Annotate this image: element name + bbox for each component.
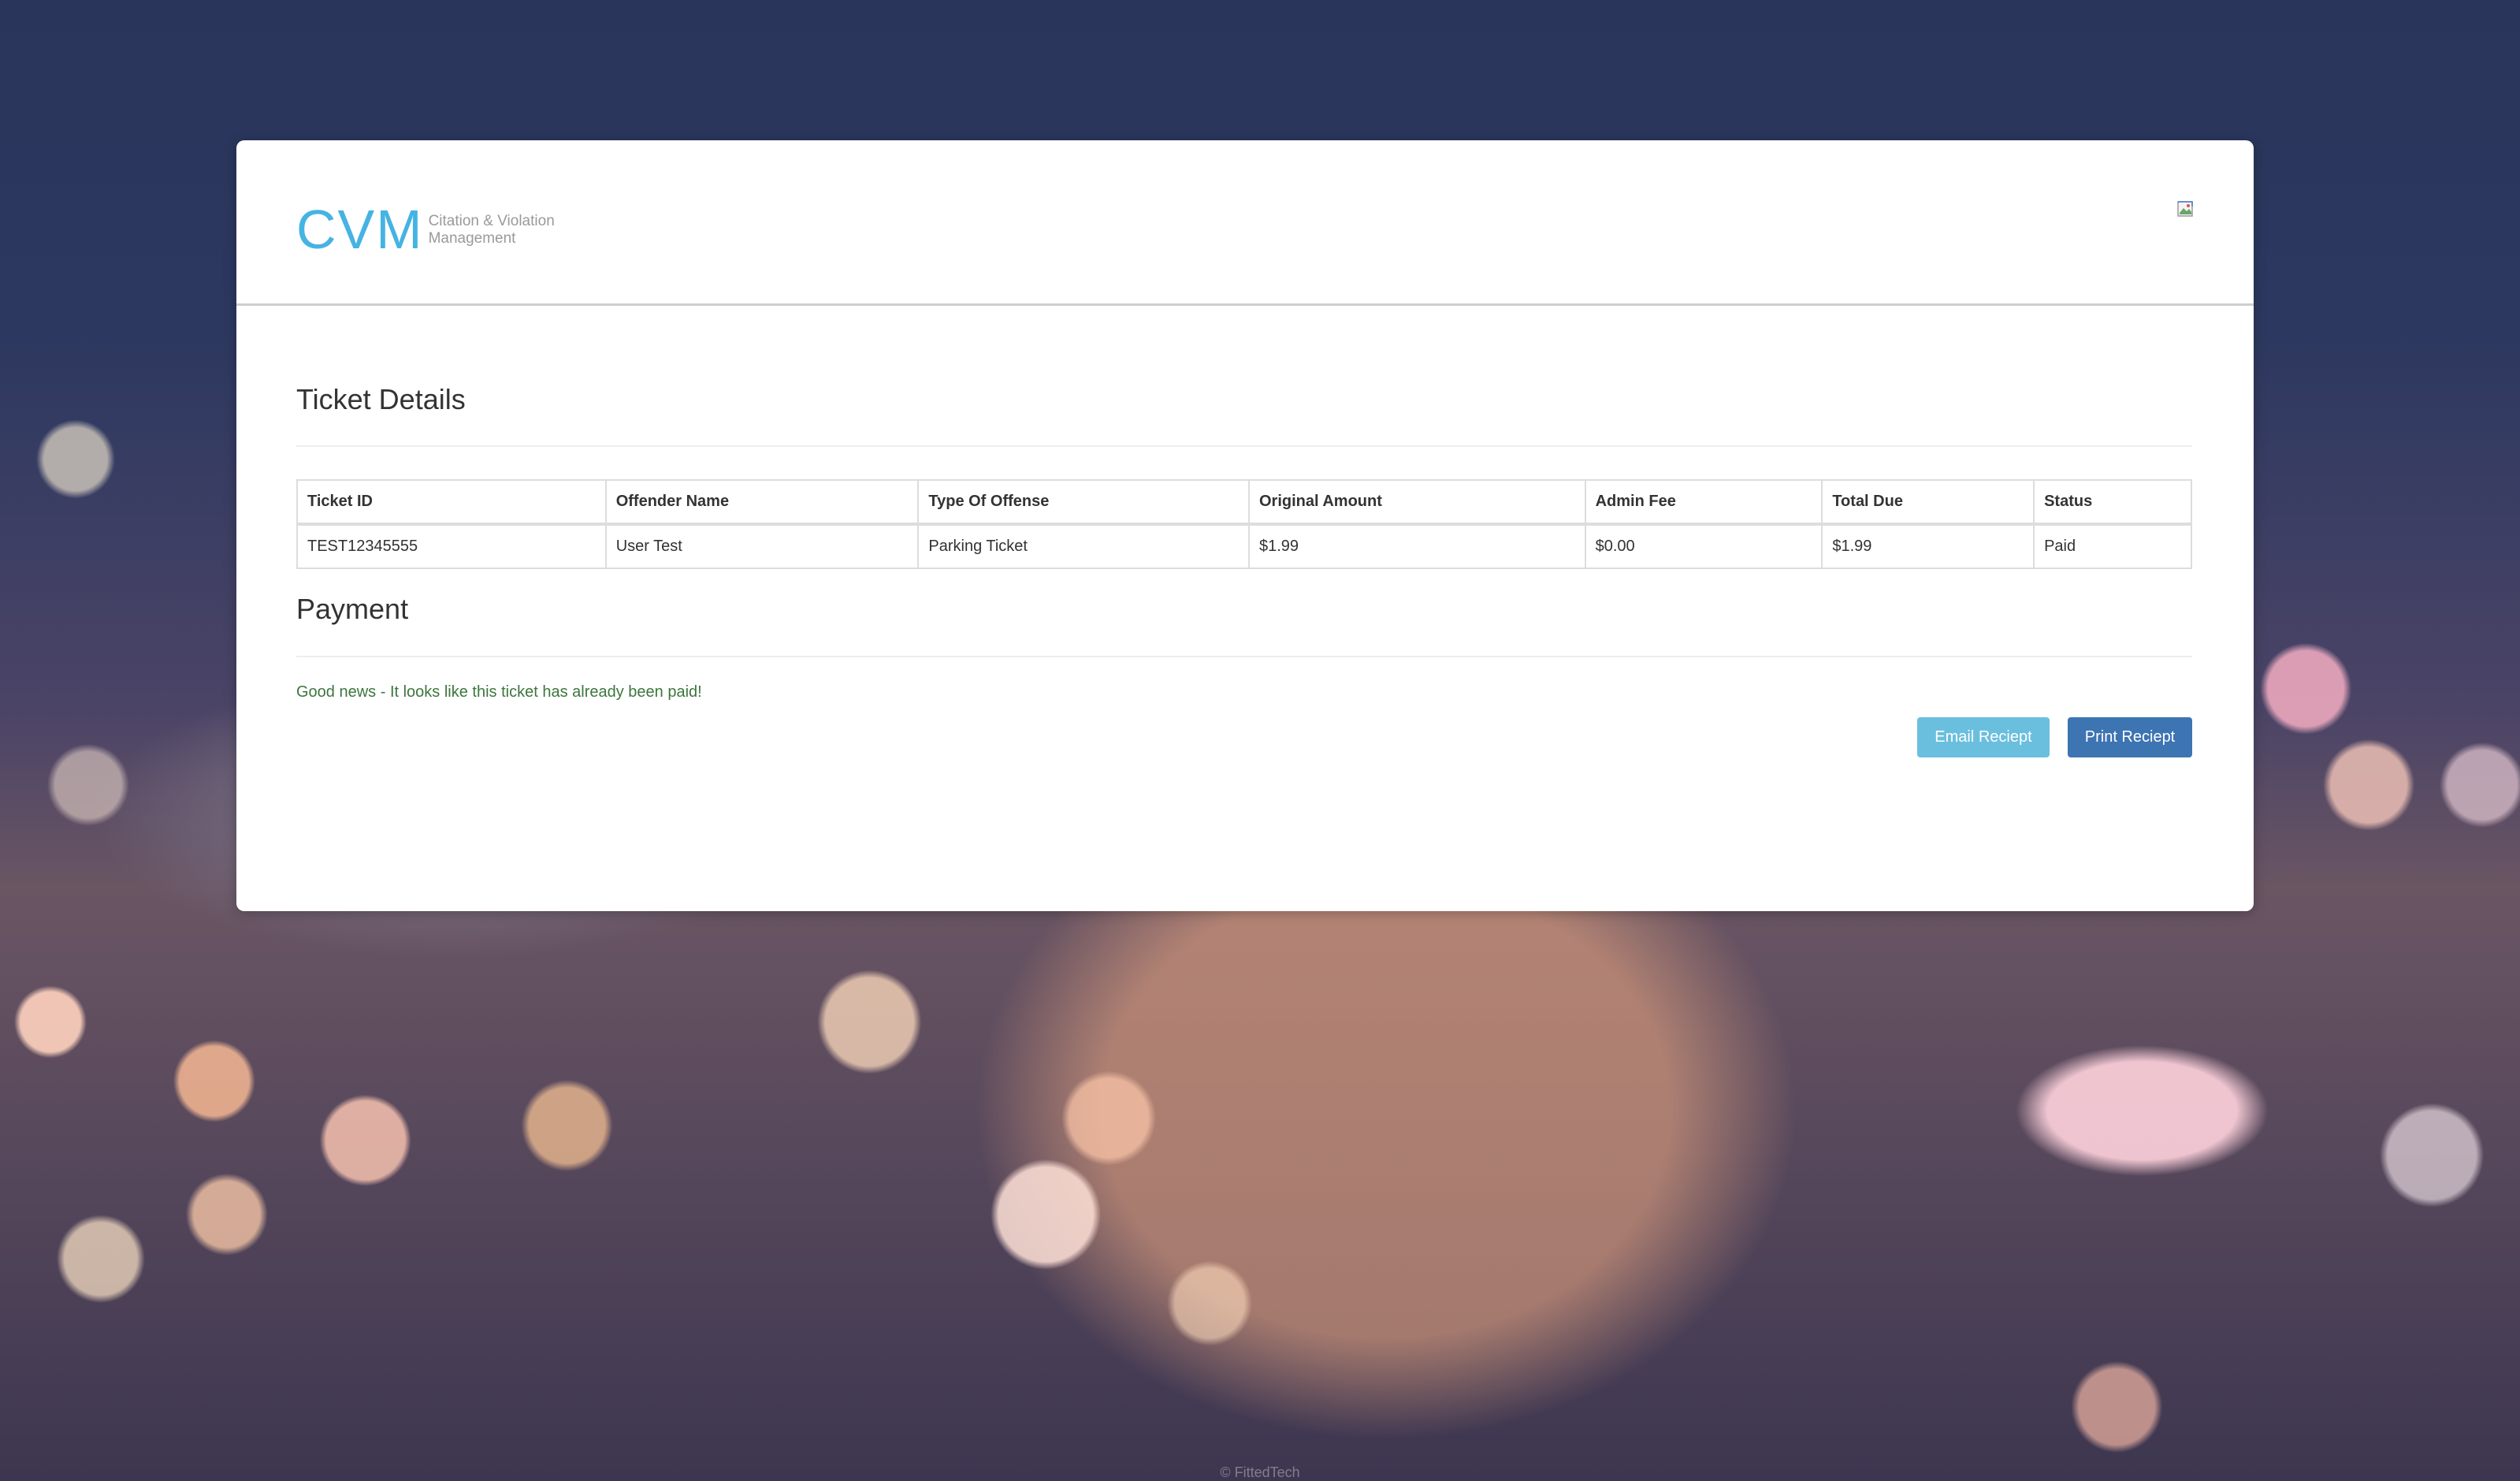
main-card: CVM Citation & Violation Management Tick…	[236, 140, 2254, 911]
print-receipt-button[interactable]: Print Reciept	[2068, 717, 2192, 757]
column-header-ticket-id: Ticket ID	[296, 479, 607, 526]
logo-subtitle: Citation & Violation Management	[429, 213, 555, 247]
table-row: TEST12345555 User Test Parking Ticket $1…	[296, 523, 2192, 569]
logo-subtitle-line-1: Citation & Violation	[428, 213, 555, 229]
cell-original-amount: $1.99	[1247, 523, 1586, 569]
cell-ticket-id: TEST12345555	[296, 523, 607, 569]
column-header-status: Status	[2033, 479, 2192, 526]
cvm-logo[interactable]: CVM Citation & Violation Management	[296, 202, 555, 257]
payment-status-message: Good news - It looks like this ticket ha…	[296, 683, 702, 701]
broken-image-icon	[2177, 201, 2193, 217]
payment-title: Payment	[296, 593, 409, 625]
email-receipt-button[interactable]: Email Reciept	[1917, 717, 2050, 757]
card-header: CVM Citation & Violation Management	[236, 140, 2254, 306]
cell-status: Paid	[2033, 523, 2192, 569]
column-header-offender-name: Offender Name	[604, 479, 920, 526]
cell-type-of-offense: Parking Ticket	[917, 523, 1250, 569]
ticket-details-title: Ticket Details	[296, 383, 466, 415]
footer-copyright: © FittedTech	[1220, 1464, 1300, 1480]
logo-subtitle-line-2: Management	[428, 230, 516, 247]
cell-admin-fee: $0.00	[1584, 523, 1823, 569]
payment-divider	[296, 656, 2192, 657]
table-header-row: Ticket ID Offender Name Type Of Offense …	[296, 479, 2192, 526]
logo-mark: CVM	[296, 199, 424, 260]
ticket-table: Ticket ID Offender Name Type Of Offense …	[296, 479, 2192, 569]
column-header-type-of-offense: Type Of Offense	[917, 479, 1250, 526]
cell-offender-name: User Test	[604, 523, 920, 569]
ticket-details-divider	[296, 445, 2192, 447]
column-header-total-due: Total Due	[1821, 479, 2035, 526]
column-header-original-amount: Original Amount	[1247, 479, 1586, 526]
cell-total-due: $1.99	[1821, 523, 2035, 569]
column-header-admin-fee: Admin Fee	[1584, 479, 1823, 526]
